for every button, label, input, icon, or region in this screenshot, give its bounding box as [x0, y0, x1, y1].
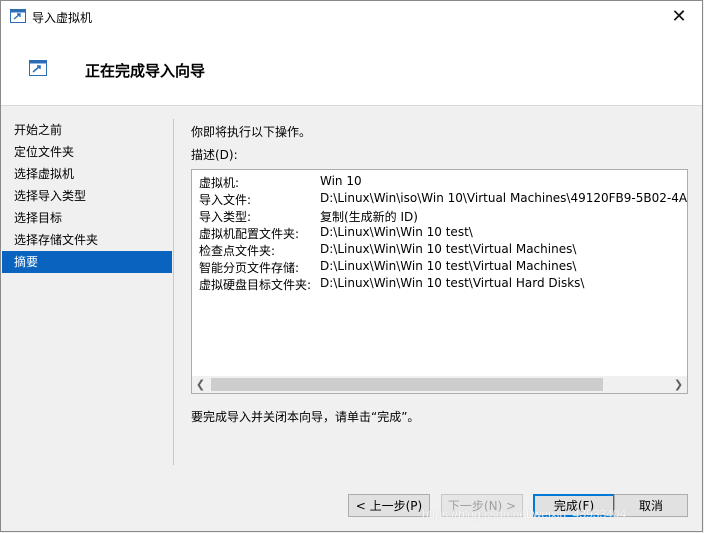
page-title: 正在完成导入向导 — [85, 62, 206, 80]
summary-value: D:\Linux\Win\Win 10 test\ — [320, 225, 473, 239]
scroll-thumb[interactable] — [211, 378, 603, 391]
summary-value: 复制(生成新的 ID) — [320, 210, 418, 224]
wizard-header: 正在完成导入向导 — [1, 31, 702, 106]
nav-divider — [173, 119, 174, 465]
window-title: 导入虚拟机 — [32, 11, 93, 25]
summary-key: 虚拟机配置文件夹: — [199, 227, 300, 241]
summary-key: 虚拟机: — [199, 176, 240, 190]
nav-item-locate-folder[interactable]: 定位文件夹 — [2, 141, 172, 163]
watermark: https://blog.csdn.net/weixin_43933404 — [422, 507, 627, 521]
import-wizard-icon — [10, 9, 26, 23]
summary-value: Win 10 — [320, 174, 362, 188]
description-label: 描述(D): — [191, 148, 238, 162]
summary-key: 虚拟硬盘目标文件夹: — [199, 278, 312, 292]
summary-key: 导入文件: — [199, 193, 252, 207]
wizard-steps-nav: 开始之前 定位文件夹 选择虚拟机 选择导入类型 选择目标 选择存储文件夹 摘要 — [2, 119, 172, 273]
nav-item-choose-destination[interactable]: 选择目标 — [2, 207, 172, 229]
nav-item-import-type[interactable]: 选择导入类型 — [2, 185, 172, 207]
scroll-right-icon[interactable]: ❯ — [670, 376, 687, 393]
title-bar: 导入虚拟机 ✕ — [1, 1, 702, 31]
horizontal-scrollbar[interactable]: ❮ ❯ — [192, 376, 687, 393]
summary-value: D:\Linux\Win\Win 10 test\Virtual Hard Di… — [320, 276, 585, 290]
import-vm-window: 导入虚拟机 ✕ 正在完成导入向导 开始之前 定位文件夹 选择虚拟机 选择导入类型… — [0, 0, 703, 532]
close-icon: ✕ — [671, 5, 687, 27]
summary-key: 检查点文件夹: — [199, 244, 276, 258]
previous-button[interactable]: < 上一步(P) — [348, 494, 430, 517]
scroll-left-icon[interactable]: ❮ — [192, 376, 209, 393]
finish-instruction: 要完成导入并关闭本向导，请单击“完成”。 — [191, 410, 420, 424]
close-button[interactable]: ✕ — [656, 1, 702, 31]
nav-item-storage-folders[interactable]: 选择存储文件夹 — [2, 229, 172, 251]
summary-key: 导入类型: — [199, 210, 252, 224]
summary-value: D:\Linux\Win\iso\Win 10\Virtual Machines… — [320, 191, 688, 205]
description-box[interactable]: 虚拟机: Win 10 导入文件: D:\Linux\Win\iso\Win 1… — [191, 169, 688, 394]
import-wizard-icon — [29, 60, 47, 76]
summary-key: 智能分页文件存储: — [199, 261, 300, 275]
nav-item-summary[interactable]: 摘要 — [2, 251, 172, 273]
summary-value: D:\Linux\Win\Win 10 test\Virtual Machine… — [320, 242, 577, 256]
nav-item-select-vm[interactable]: 选择虚拟机 — [2, 163, 172, 185]
intro-text: 你即将执行以下操作。 — [191, 125, 312, 139]
nav-item-before-you-begin[interactable]: 开始之前 — [2, 119, 172, 141]
summary-value: D:\Linux\Win\Win 10 test\Virtual Machine… — [320, 259, 577, 273]
